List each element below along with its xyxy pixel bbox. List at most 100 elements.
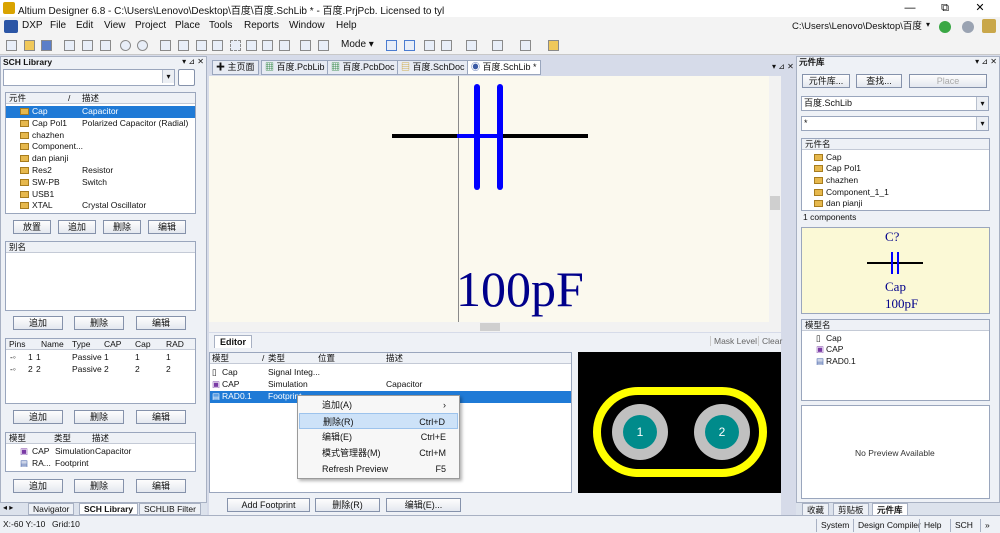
tab-scroll-icon[interactable]: ◂ ▸	[3, 503, 13, 512]
place-button[interactable]: 放置	[13, 220, 51, 234]
delete-model-button[interactable]: 删除	[74, 479, 124, 493]
libraries-button[interactable]: 元件库...	[802, 74, 850, 88]
col-pins[interactable]: Pins	[9, 339, 26, 350]
col-model-desc[interactable]: 描述	[92, 433, 109, 444]
model-row[interactable]: ▣ CAP Simulation Capacitor	[6, 446, 195, 458]
component-row[interactable]: Cap Pol1 Polarized Capacitor (Radial)	[6, 118, 195, 130]
panel-controls-icon[interactable]: ▾ ⊿ ✕	[182, 57, 204, 66]
model-row[interactable]: ▤ RA... Footprint	[6, 458, 195, 470]
col-desc[interactable]: 描述	[386, 353, 403, 364]
redo-icon[interactable]	[318, 40, 329, 51]
components-list[interactable]: 元件 / 描述 Cap Capacitor Cap Pol1 Polarized C…	[5, 92, 196, 214]
component-row[interactable]: XTAL Crystal Oscillator	[6, 200, 195, 212]
menu-item-model-manager[interactable]: 模式管理器(M) Ctrl+M	[299, 445, 458, 461]
close-button[interactable]: ✕	[965, 0, 995, 17]
menu-help[interactable]: Help	[336, 20, 357, 31]
cut-icon[interactable]	[160, 40, 171, 51]
library-components-list[interactable]: 元件名 Cap Cap Pol1 chazhen Component_1_1 d…	[801, 138, 990, 211]
col-rad[interactable]: RAD	[166, 339, 184, 350]
library-model-row[interactable]: ▣ CAP	[802, 344, 989, 356]
deselect-icon[interactable]	[279, 40, 290, 51]
undo-icon[interactable]	[300, 40, 311, 51]
paste-array-icon[interactable]	[212, 40, 223, 51]
path-dropdown-icon[interactable]: ▾	[926, 20, 930, 29]
status-more-icon[interactable]: »	[980, 519, 994, 532]
search-libraries-button[interactable]: 查找...	[856, 74, 902, 88]
remove-part-icon[interactable]	[404, 40, 415, 51]
component-row[interactable]: Cap Capacitor	[6, 106, 195, 118]
tab-schlib-filter[interactable]: SCHLIB Filter	[139, 503, 201, 515]
chevron-down-icon[interactable]: ▾	[162, 70, 174, 83]
sort-icon[interactable]: /	[262, 353, 264, 364]
component-row[interactable]: Component...	[6, 141, 195, 153]
add-footprint-button[interactable]: Add Footprint	[227, 498, 310, 512]
add-model-button[interactable]: 追加	[13, 479, 63, 493]
tab-pcbdoc[interactable]: ▦ 百度.PcbDoc	[327, 60, 399, 75]
restore-button[interactable]: ⧉	[930, 0, 960, 17]
back-icon[interactable]	[939, 21, 951, 33]
library-component-row[interactable]: Cap Pol1	[802, 163, 989, 175]
ieee-symbols-icon[interactable]	[492, 40, 503, 51]
dxp-icon[interactable]	[4, 20, 18, 33]
col-name[interactable]: Name	[41, 339, 64, 350]
library-component-row[interactable]: dan pianji	[802, 198, 989, 210]
library-model-row[interactable]: ▯ Cap	[802, 333, 989, 345]
menu-file[interactable]: File	[50, 20, 66, 31]
menu-project[interactable]: Project	[135, 20, 166, 31]
menu-dxp[interactable]: DXP	[22, 20, 43, 31]
print-preview-icon[interactable]	[82, 40, 93, 51]
tabs-menu-icon[interactable]: ▾ ⊿ ✕	[772, 62, 794, 71]
menu-item-refresh-preview[interactable]: Refresh Preview F5	[299, 461, 458, 477]
menu-item-add[interactable]: 追加(A) ›	[299, 397, 458, 413]
col-location[interactable]: 位置	[318, 353, 335, 364]
cross-select-icon[interactable]	[262, 40, 273, 51]
remove-footprint-button[interactable]: 删除(R)	[315, 498, 380, 512]
menu-place[interactable]: Place	[175, 20, 200, 31]
component-row[interactable]: USB1	[6, 189, 195, 201]
tab-home[interactable]: ✚ 主页面	[212, 60, 259, 75]
editor-model-row[interactable]: ▯ Cap Signal Integ...	[210, 367, 571, 379]
paste-icon[interactable]	[196, 40, 207, 51]
col-description[interactable]: 描述	[82, 93, 99, 104]
col-model-name[interactable]: 模型名	[805, 320, 831, 331]
open-icon[interactable]	[24, 40, 35, 51]
copy-icon[interactable]	[178, 40, 189, 51]
col-component[interactable]: 元件	[9, 93, 26, 104]
library-model-row[interactable]: ▤ RAD0.1	[802, 356, 989, 368]
delete-pin-button[interactable]: 删除	[74, 410, 124, 424]
menu-edit[interactable]: Edit	[76, 20, 93, 31]
library-component-row[interactable]: Component_1_1	[802, 187, 989, 199]
new-icon[interactable]	[6, 40, 17, 51]
component-row[interactable]: SW-PB Switch	[6, 177, 195, 189]
next-part-icon[interactable]	[441, 40, 452, 51]
add-pin-button[interactable]: 追加	[13, 410, 63, 424]
pin-row[interactable]: -◦ 2 2 Passive 2 2 2	[6, 364, 195, 376]
library-filter-input[interactable]: * ▾	[801, 116, 989, 131]
library-search-input[interactable]: ▾	[3, 69, 175, 86]
vertical-scroll-thumb[interactable]	[770, 196, 780, 210]
library-component-row[interactable]: chazhen	[802, 175, 989, 187]
delete-alias-button[interactable]: 删除	[74, 316, 124, 330]
edit-pin-button[interactable]: 编辑	[136, 410, 186, 424]
add-component-button[interactable]: 追加	[58, 220, 96, 234]
horizontal-scroll-thumb[interactable]	[480, 323, 500, 331]
menu-view[interactable]: View	[104, 20, 126, 31]
drawing-tools-icon[interactable]	[466, 40, 477, 51]
component-row[interactable]: Res2 Resistor	[6, 165, 195, 177]
library-component-row[interactable]: Cap	[802, 152, 989, 164]
delete-component-button[interactable]: 删除	[103, 220, 141, 234]
tab-pcblib[interactable]: ▦ 百度.PcbLib	[261, 60, 329, 75]
editor-model-row[interactable]: ▣ CAP Simulation Capacitor	[210, 379, 571, 391]
edit-component-button[interactable]: 编辑	[148, 220, 186, 234]
status-tab-design-compiler[interactable]: Design Compiler	[853, 519, 925, 532]
pin-row[interactable]: -◦ 1 1 Passive 1 1 1	[6, 352, 195, 364]
model-manager-icon[interactable]	[548, 40, 559, 51]
path-combo[interactable]: C:\Users\Lenovo\Desktop\百度	[792, 19, 932, 35]
menu-reports[interactable]: Reports	[244, 20, 279, 31]
col-model-type[interactable]: 类型	[54, 433, 71, 444]
col-cap2[interactable]: Cap	[135, 339, 151, 350]
sort-icon[interactable]: /	[68, 93, 70, 104]
col-alias[interactable]: 别名	[9, 242, 26, 253]
edit-alias-button[interactable]: 编辑	[136, 316, 186, 330]
select-icon[interactable]	[230, 40, 241, 51]
